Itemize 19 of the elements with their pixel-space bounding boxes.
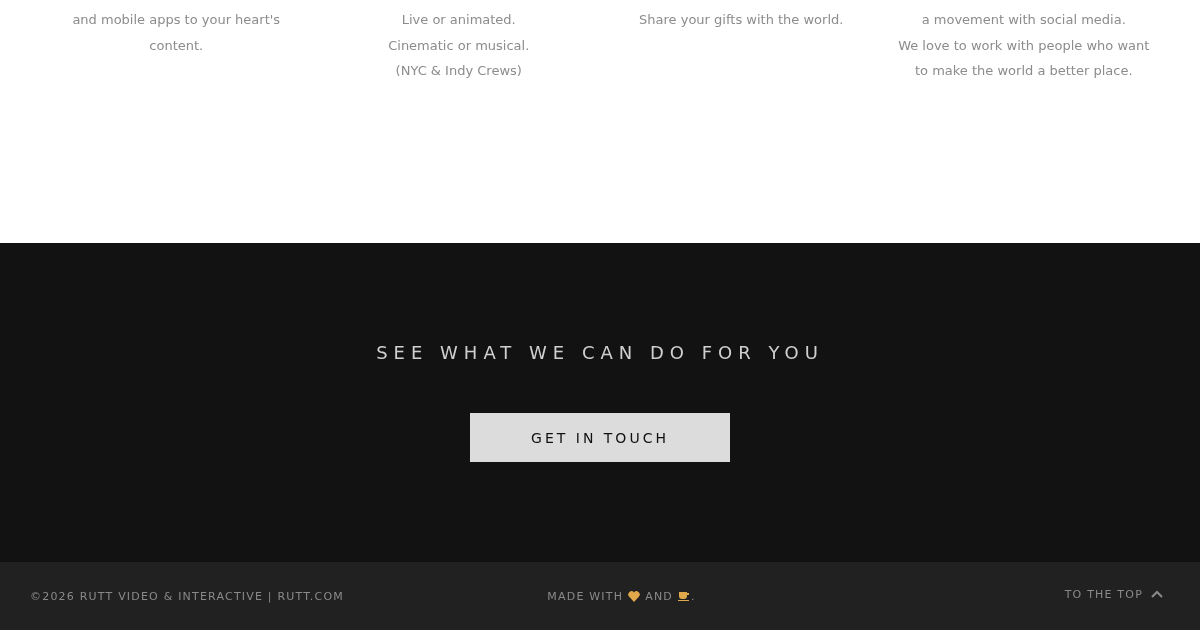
cta-heading: SEE WHAT WE CAN DO FOR YOU [376, 341, 824, 365]
service-text: We love to work with people who want [898, 36, 1150, 55]
service-text: Share your gifts with the world. [639, 11, 844, 29]
copyright-text: ©2026 RUTT VIDEO & INTERACTIVE | RUTT.COM [30, 589, 345, 603]
service-text: Live or animated. [401, 11, 516, 29]
get-in-touch-button[interactable]: GET IN TOUCH [470, 413, 730, 462]
service-text: a movement with social media. [921, 11, 1126, 29]
to-the-top-link[interactable]: TO THE TOP [1064, 587, 1163, 601]
period-text: . [691, 589, 696, 603]
and-text: AND [645, 589, 673, 603]
service-text: and mobile apps to your heart's [72, 11, 281, 29]
chevron-up-icon [1151, 590, 1163, 598]
service-text: content. [149, 36, 204, 55]
heart-icon [628, 590, 641, 602]
service-text: to make the world a better place. [915, 62, 1133, 80]
made-with-text: MADE WITH [547, 589, 624, 603]
coffee-cup-icon [678, 591, 690, 601]
service-text: (NYC & Indy Crews) [395, 62, 522, 80]
service-text: Cinematic or musical. [388, 36, 530, 55]
